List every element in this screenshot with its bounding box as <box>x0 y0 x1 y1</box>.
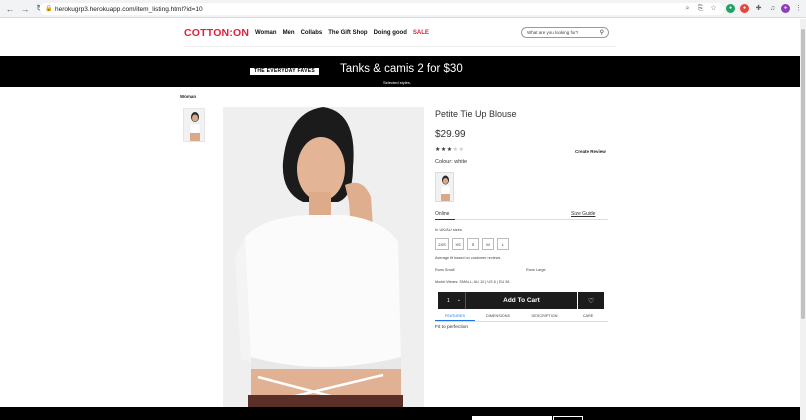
search-icon[interactable]: ⚲ <box>600 29 604 36</box>
online-tab[interactable]: Online <box>435 211 449 217</box>
search-input[interactable]: What are you looking for? ⚲ <box>521 27 609 38</box>
url-text: herokugrp3.herokuapp.com/item_listing.ht… <box>55 5 203 13</box>
tab-features[interactable]: FEATURES <box>435 313 475 321</box>
lock-icon: 🔒 <box>45 6 53 12</box>
product-main-image[interactable] <box>223 107 424 420</box>
wishlist-heart-icon[interactable]: ♡ <box>578 292 604 309</box>
newsletter-button[interactable] <box>553 416 583 420</box>
fit-reviews-note: Average fit based on customer reviews <box>435 256 501 260</box>
chevron-down-icon: ⌄ <box>456 297 461 303</box>
profile-avatar-icon[interactable]: ● <box>781 4 790 13</box>
extension-green-icon[interactable]: ● <box>726 4 735 13</box>
colour-swatch[interactable] <box>435 172 454 202</box>
nav-sale[interactable]: SALE <box>413 30 429 36</box>
size-xs-button[interactable]: XS <box>452 238 464 250</box>
product-tabs: FEATURES DIMENSIONS DESCRIPTION CARE <box>435 313 608 322</box>
page-content: COTTON:ON Woman Men Collabs The Gift Sho… <box>0 19 800 420</box>
add-to-cart-button[interactable]: Add To Cart <box>466 292 577 309</box>
scrollbar[interactable] <box>800 19 806 420</box>
fit-runs-small: Runs Small <box>435 268 455 272</box>
share-icon[interactable]: ⎘ <box>696 4 705 13</box>
size-l-button[interactable]: L <box>497 238 509 250</box>
colour-label: Colour: white <box>435 159 468 165</box>
forward-icon[interactable]: → <box>19 3 31 15</box>
nav-gift-shop[interactable]: The Gift Shop <box>328 30 367 36</box>
tab-dimensions[interactable]: DIMENSIONS <box>475 313 521 321</box>
brand-logo[interactable]: COTTON:ON <box>184 27 249 39</box>
rating-stars[interactable]: ★★★★★ <box>435 146 464 153</box>
size-2xs-button[interactable]: 2XS <box>435 238 449 250</box>
model-wears: Model Wears: SMALL; AU 10 | US 6 | EU 36 <box>435 280 510 284</box>
promo-subtext: Selected styles. <box>383 80 412 85</box>
zoom-icon[interactable]: ⌕ <box>683 4 692 13</box>
create-review-link[interactable]: Create Review <box>575 149 606 154</box>
extension-red-icon[interactable]: ● <box>740 4 749 13</box>
header-divider <box>184 46 616 47</box>
product-thumbnail[interactable] <box>183 108 205 142</box>
search-placeholder: What are you looking for? <box>527 30 579 35</box>
browser-toolbar: ← → ↻ 🔒 herokugrp3.herokuapp.com/item_li… <box>0 0 806 18</box>
tab-description[interactable]: DESCRIPTION <box>521 313 568 321</box>
sizes-label: In UK/AU sizes <box>435 227 462 232</box>
product-price: $29.99 <box>435 129 466 140</box>
product-title: Petite Tie Up Blouse <box>435 109 517 119</box>
size-guide-link[interactable]: Size Guide <box>571 211 595 217</box>
nav-doing-good[interactable]: Doing good <box>374 30 407 36</box>
newsletter-input[interactable] <box>472 416 552 420</box>
quantity-value: 1 <box>447 297 450 304</box>
quantity-select[interactable]: 1 ⌄ <box>438 292 466 309</box>
nav-men[interactable]: Men <box>283 30 295 36</box>
promo-tag: THE EVERYDAY FAVES <box>250 68 319 75</box>
promo-headline: Tanks & camis 2 for $30 <box>340 63 463 75</box>
size-selector: 2XS XS S M L <box>435 238 509 250</box>
footer <box>0 407 800 420</box>
extensions-puzzle-icon[interactable]: ✚ <box>754 4 763 13</box>
fit-runs-large: Runs Large <box>526 268 546 272</box>
bookmark-star-icon[interactable]: ☆ <box>709 4 718 13</box>
media-icon[interactable]: ♫ <box>768 4 777 13</box>
menu-dots-icon[interactable]: ⋮ <box>794 4 803 13</box>
size-s-button[interactable]: S <box>467 238 479 250</box>
nav-woman[interactable]: Woman <box>255 30 277 36</box>
tab-care[interactable]: CARE <box>568 313 608 321</box>
size-m-button[interactable]: M <box>482 238 494 250</box>
scrollbar-thumb[interactable] <box>801 29 805 319</box>
main-nav: Woman Men Collabs The Gift Shop Doing go… <box>255 30 429 36</box>
star-empty-icon: ★ <box>458 147 465 153</box>
promo-banner[interactable]: THE EVERYDAY FAVES Tanks & camis 2 for $… <box>0 56 800 87</box>
divider <box>435 219 608 220</box>
address-bar[interactable]: 🔒 herokugrp3.herokuapp.com/item_listing.… <box>40 3 724 15</box>
nav-collabs[interactable]: Collabs <box>301 30 323 36</box>
online-tab-indicator <box>435 219 455 220</box>
back-icon[interactable]: ← <box>4 3 16 15</box>
feature-text: Fit to perfection <box>435 325 469 330</box>
breadcrumb[interactable]: Woman <box>180 94 196 99</box>
